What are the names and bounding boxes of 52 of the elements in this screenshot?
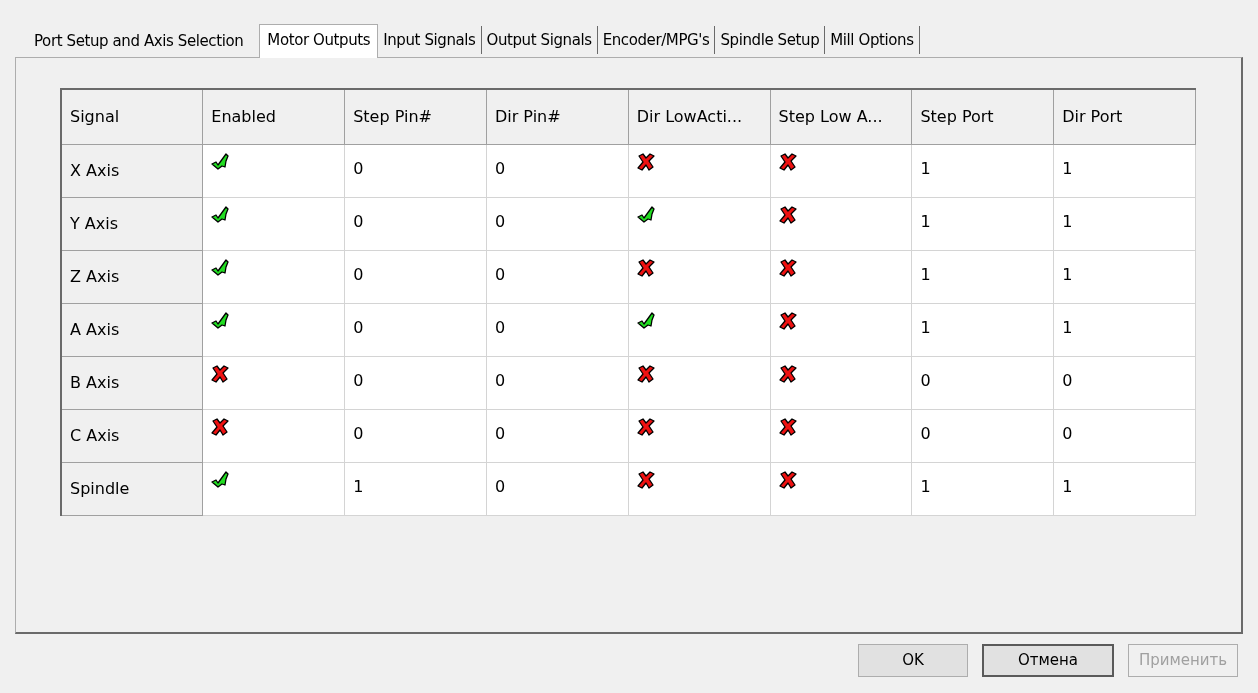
- table-cell: 0: [344, 250, 487, 303]
- table-cell: 1: [1053, 250, 1196, 303]
- table-cell: 0: [486, 250, 629, 303]
- row-header: Y Axis: [61, 197, 203, 250]
- tab[interactable]: Encoder/MPG's: [597, 26, 716, 54]
- column-header: Dir LowActi...: [628, 89, 771, 144]
- column-header: Signal: [61, 89, 203, 144]
- table-cell: 0: [486, 197, 629, 250]
- column-header: Step Pin#: [344, 89, 487, 144]
- table-cell: 0: [486, 462, 629, 515]
- table-cell: 0: [344, 197, 487, 250]
- column-header: Enabled: [202, 89, 345, 144]
- table-cell: 0: [344, 409, 487, 462]
- table-cell: 1: [1053, 462, 1196, 515]
- column-header: Dir Pin#: [486, 89, 629, 144]
- row-header: X Axis: [61, 144, 203, 197]
- column-header: Step Low A...: [770, 89, 912, 144]
- tab[interactable]: Mill Options: [825, 26, 920, 54]
- table-cell: 0: [911, 409, 1054, 462]
- table-cell: 0: [486, 409, 629, 462]
- row-header: B Axis: [61, 356, 203, 409]
- table-cell: 0: [344, 144, 487, 197]
- table-cell: 0: [1053, 356, 1196, 409]
- table-cell: 1: [911, 462, 1054, 515]
- table-cell: 0: [486, 303, 629, 356]
- tab[interactable]: Output Signals: [481, 26, 598, 54]
- table-cell: 1: [911, 144, 1054, 197]
- table-cell: 1: [1053, 303, 1196, 356]
- row-header: A Axis: [61, 303, 203, 356]
- table-cell: 1: [911, 250, 1054, 303]
- table-cell: 0: [344, 303, 487, 356]
- tab[interactable]: Input Signals: [378, 26, 482, 54]
- table-cell: 1: [1053, 144, 1196, 197]
- column-header: Step Port: [911, 89, 1054, 144]
- table-cell: 1: [911, 197, 1054, 250]
- dialog-button[interactable]: Отмена: [982, 644, 1114, 677]
- tab[interactable]: Motor Outputs: [259, 24, 379, 58]
- row-header: Z Axis: [61, 250, 203, 303]
- column-header: Dir Port: [1053, 89, 1196, 144]
- row-header: C Axis: [61, 409, 203, 462]
- table-cell: 0: [486, 356, 629, 409]
- table-cell: 0: [486, 144, 629, 197]
- table-cell: 1: [344, 462, 487, 515]
- table-cell: 0: [344, 356, 487, 409]
- tab[interactable]: Port Setup and Axis Selection: [24, 25, 254, 57]
- table-cell: 0: [911, 356, 1054, 409]
- table-cell: 0: [1053, 409, 1196, 462]
- table-cell: 1: [911, 303, 1054, 356]
- tab[interactable]: Spindle Setup: [715, 26, 826, 54]
- dialog-button[interactable]: OK: [858, 644, 968, 677]
- table-cell: 1: [1053, 197, 1196, 250]
- row-header: Spindle: [61, 462, 203, 515]
